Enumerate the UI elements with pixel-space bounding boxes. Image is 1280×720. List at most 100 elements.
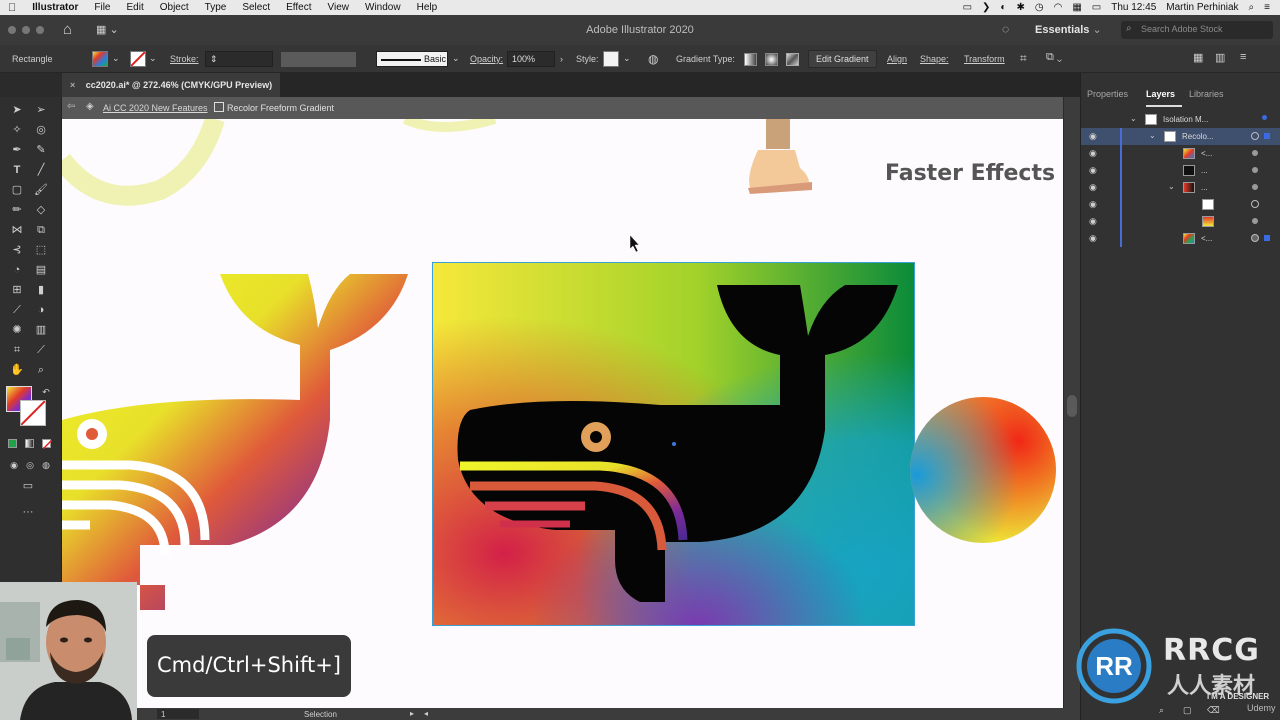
shape-link[interactable]: Shape: <box>920 54 949 64</box>
hand-tool-icon[interactable]: ✋ <box>9 362 25 378</box>
visibility-eye-icon[interactable]: ◉ <box>1089 165 1097 176</box>
sync-icon[interactable]: ◐ <box>1000 2 1006 13</box>
eraser-icon[interactable]: ◇ <box>33 202 49 218</box>
perspective-grid-icon[interactable]: ▤ <box>33 262 49 278</box>
menu-select[interactable]: Select <box>234 2 278 13</box>
freeform-gradient-icon[interactable] <box>786 53 799 66</box>
radial-gradient-icon[interactable] <box>765 53 778 66</box>
lightbulb-icon[interactable]: ◌ <box>1002 22 1009 36</box>
gradient-mode-icon[interactable] <box>25 439 34 448</box>
layer-row[interactable]: ◉ <... <box>1081 145 1280 162</box>
selection-square-icon[interactable] <box>1264 235 1270 241</box>
graph-tool-icon[interactable]: ▥ <box>33 322 49 338</box>
target-circle-icon[interactable] <box>1251 200 1259 208</box>
target-circle-icon[interactable] <box>1251 132 1259 140</box>
reflect-tool-icon[interactable]: ⋈ <box>9 222 25 238</box>
chevron-down-icon[interactable]: ⌄ <box>1130 114 1137 123</box>
width-tool-icon[interactable]: ⊰ <box>9 242 25 258</box>
target-dot-icon[interactable] <box>1252 150 1258 156</box>
blend-tool-icon[interactable]: ◑ <box>33 302 49 318</box>
pen-tool-icon[interactable]: ✒ <box>9 142 25 158</box>
lasso-icon[interactable]: ◎ <box>33 122 49 138</box>
screen-mode-icon[interactable]: ▭ <box>20 478 36 494</box>
recolor-artwork-icon[interactable]: ◍ <box>648 52 658 66</box>
chevron-right-icon[interactable]: ▸ <box>410 709 414 718</box>
type-tool-icon[interactable]: T <box>9 162 25 178</box>
edit-gradient-button[interactable]: Edit Gradient <box>808 50 877 68</box>
layer-row[interactable]: ◉ ⌄ ... <box>1081 179 1280 196</box>
layer-row[interactable]: ◉ ... <box>1081 162 1280 179</box>
rectangle-tool-icon[interactable]: ▢ <box>9 182 25 198</box>
gradient-tool-icon[interactable]: ▮ <box>33 282 49 298</box>
apple-icon[interactable]:  <box>0 2 24 14</box>
variable-width-profile[interactable] <box>281 52 356 67</box>
artboard-navigator[interactable]: 1 <box>157 709 199 719</box>
isolate-icon[interactable]: ⌗ <box>1020 51 1027 66</box>
chevron-down-icon[interactable]: ⌄ <box>1168 182 1175 191</box>
panel-layout-icon[interactable]: ▥ <box>1215 51 1225 64</box>
menu-file[interactable]: File <box>86 2 118 13</box>
layer-row[interactable]: ◉ <box>1081 196 1280 213</box>
chevron-right-icon[interactable]: › <box>560 54 563 64</box>
menu-object[interactable]: Object <box>152 2 197 13</box>
breadcrumb-layer[interactable]: Ai CC 2020 New Features <box>103 103 208 113</box>
artboard-tool-icon[interactable]: ⌗ <box>9 342 25 358</box>
align-link[interactable]: Align <box>887 54 907 64</box>
menu-view[interactable]: View <box>320 2 358 13</box>
scale-tool-icon[interactable]: ⧉ <box>33 222 49 238</box>
draw-behind-icon[interactable]: ◎ <box>22 457 38 473</box>
slice-tool-icon[interactable]: ⟋ <box>33 342 49 358</box>
artboard-canvas[interactable]: Faster Effects <box>62 119 1063 708</box>
layer-row[interactable]: ⌄ Isolation M... <box>1081 111 1280 128</box>
document-tab[interactable]: × cc2020.ai* @ 272.46% (CMYK/GPU Preview… <box>62 73 281 97</box>
spotlight-icon[interactable]: ⌕ <box>1249 2 1255 13</box>
notification-icon[interactable]: ≡ <box>1264 2 1270 13</box>
bluetooth-icon[interactable]: ✱ <box>1016 2 1024 13</box>
arrange-icon[interactable]: ⧉ ⌄ <box>1046 51 1062 64</box>
selection-square-icon[interactable] <box>1264 133 1270 139</box>
grid-icon[interactable]: ▦ <box>1193 51 1203 64</box>
stroke-swatch[interactable] <box>130 51 146 67</box>
visibility-eye-icon[interactable]: ◉ <box>1089 131 1097 142</box>
menu-edit[interactable]: Edit <box>119 2 152 13</box>
visibility-eye-icon[interactable]: ◉ <box>1089 199 1097 210</box>
target-dot-icon[interactable] <box>1252 167 1258 173</box>
style-swatch[interactable] <box>603 51 619 67</box>
chevron-down-icon[interactable]: ⌄ <box>149 53 157 64</box>
menu-type[interactable]: Type <box>197 2 235 13</box>
menu-illustrator[interactable]: Illustrator <box>24 2 86 13</box>
fill-swatch[interactable] <box>92 51 108 67</box>
chevron-down-icon[interactable]: ⌄ <box>623 53 631 64</box>
zoom-tool-icon[interactable]: ⌕ <box>33 362 49 378</box>
shape-builder-icon[interactable]: ◔ <box>9 262 25 278</box>
visibility-eye-icon[interactable]: ◉ <box>1089 216 1097 227</box>
shaper-tool-icon[interactable]: ✏ <box>9 202 25 218</box>
opacity-label[interactable]: Opacity: <box>470 54 503 64</box>
user-name[interactable]: Martin Perhiniak <box>1166 2 1238 13</box>
curvature-tool-icon[interactable]: ✎ <box>33 142 49 158</box>
chevron-left-icon[interactable]: ◂ <box>424 709 428 718</box>
visibility-eye-icon[interactable]: ◉ <box>1089 148 1097 159</box>
vertical-scrollbar[interactable] <box>1063 97 1080 708</box>
flag-icon[interactable]: ▦ <box>1072 2 1081 13</box>
clock[interactable]: Thu 12:45 <box>1111 2 1156 13</box>
menu-effect[interactable]: Effect <box>278 2 319 13</box>
opacity-field[interactable]: 100% <box>507 51 555 67</box>
direct-selection-tool-icon[interactable]: ➢ <box>33 102 49 118</box>
breadcrumb-group[interactable]: Recolor Freeform Gradient <box>227 103 334 113</box>
free-transform-icon[interactable]: ⬚ <box>33 242 49 258</box>
more-tools-icon[interactable]: ··· <box>20 504 36 520</box>
layer-row[interactable]: ◉ ⌄ Recolo... <box>1081 128 1280 145</box>
visibility-eye-icon[interactable]: ◉ <box>1089 182 1097 193</box>
close-tab-icon[interactable]: × <box>70 80 75 90</box>
display-icon[interactable]: ▭ <box>963 2 972 13</box>
forward-icon[interactable]: ❯ <box>982 2 990 13</box>
transform-link[interactable]: Transform <box>964 54 1005 64</box>
target-circle-icon[interactable] <box>1251 234 1259 242</box>
wifi-icon[interactable]: ◠ <box>1054 2 1063 13</box>
back-arrow-icon[interactable]: ⇦ <box>67 101 75 112</box>
symbol-sprayer-icon[interactable]: ✺ <box>9 322 25 338</box>
workspace-switcher[interactable]: Essentials ⌄ <box>1035 23 1102 36</box>
chevron-down-icon[interactable]: ⌄ <box>452 53 460 64</box>
visibility-eye-icon[interactable]: ◉ <box>1089 233 1097 244</box>
